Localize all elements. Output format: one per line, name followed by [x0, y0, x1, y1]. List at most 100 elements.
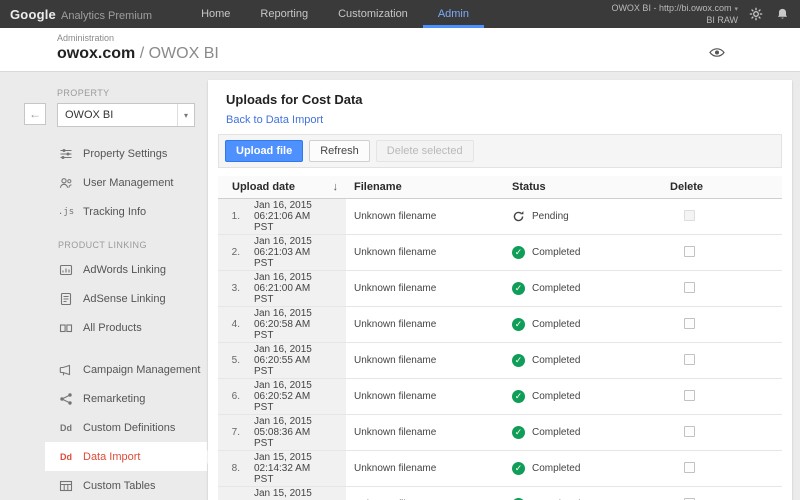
sidebar-item-label: All Products — [83, 321, 142, 334]
filename-cell: Unknown filename — [346, 306, 505, 343]
sidebar-item-data-import[interactable]: Dd Data Import — [45, 442, 214, 471]
bell-icon[interactable] — [774, 6, 790, 22]
sidebar-item-remarketing[interactable]: Remarketing — [45, 384, 207, 413]
filename: Unknown filename — [354, 391, 437, 402]
status-cell: ✓ Completed — [504, 378, 659, 415]
delete-checkbox[interactable] — [684, 281, 696, 293]
upload-date-cell: Jan 16, 2015 06:21:03 AM PST — [246, 234, 347, 271]
completed-check-icon: ✓ — [512, 282, 526, 295]
sidebar-item-label: Property Settings — [83, 147, 168, 160]
definitions-icon: Dd — [60, 422, 72, 433]
status-cell: ✓ Pending — [504, 198, 659, 235]
upload-timezone: PST — [254, 366, 274, 377]
uploads-table: ↓ Upload date Filename Status Delete 1. … — [218, 176, 783, 500]
status-label: Completed — [532, 319, 581, 330]
delete-checkbox[interactable] — [684, 461, 696, 473]
sidebar-item-user-management[interactable]: User Management — [45, 168, 207, 197]
upload-date: Jan 16, 2015 06:21:00 AM — [254, 272, 312, 294]
users-icon — [58, 176, 74, 190]
filename-cell: Unknown filename — [346, 378, 505, 415]
delete-cell — [658, 378, 783, 415]
sidebar-item-adwords-linking[interactable]: AdWords Linking — [45, 255, 207, 284]
upload-timezone: PST — [254, 402, 274, 413]
completed-check-icon: ✓ — [512, 318, 526, 331]
sort-descending-icon: ↓ — [332, 181, 339, 193]
delete-checkbox[interactable] — [684, 389, 696, 401]
row-index: 1. — [218, 198, 246, 235]
gear-icon[interactable] — [748, 6, 764, 22]
nav-admin[interactable]: Admin — [423, 0, 484, 28]
sidebar-item-adsense-linking[interactable]: AdSense Linking — [45, 284, 207, 313]
status-label: Completed — [532, 463, 581, 474]
delete-cell — [658, 450, 783, 487]
column-delete: Delete — [658, 176, 783, 199]
delete-cell — [658, 342, 783, 379]
filename: Unknown filename — [354, 355, 437, 366]
account-selector[interactable]: OWOX BI - http://bi.owox.com ▾ BI RAW — [611, 3, 738, 26]
completed-check-icon: ✓ — [512, 354, 526, 367]
row-index: 7. — [218, 414, 246, 451]
delete-checkbox[interactable] — [684, 245, 696, 257]
sidebar-item-tracking-info[interactable]: .js Tracking Info — [45, 197, 207, 226]
filename: Unknown filename — [354, 427, 437, 438]
nav-customization[interactable]: Customization — [323, 0, 423, 28]
status-cell: ✓ Completed — [504, 450, 659, 487]
sliders-icon — [58, 147, 74, 161]
table-row: 3. Jan 16, 2015 06:21:00 AM PST Unknown … — [218, 270, 783, 307]
delete-checkbox[interactable] — [684, 353, 696, 365]
admin-header: Administration owox.com / OWOX BI — [0, 28, 800, 72]
sidebar-item-custom-tables[interactable]: Custom Tables — [45, 471, 207, 500]
filename: Unknown filename — [354, 283, 437, 294]
column-filename[interactable]: Filename — [346, 176, 505, 199]
sidebar-item-property-settings[interactable]: Property Settings — [45, 139, 207, 168]
account-name: OWOX BI - http://bi.owox.com — [611, 2, 732, 13]
sidebar-item-label: AdWords Linking — [83, 263, 166, 276]
nav-reporting[interactable]: Reporting — [245, 0, 323, 28]
upload-date: Jan 16, 2015 06:20:52 AM — [254, 380, 312, 402]
completed-check-icon: ✓ — [512, 426, 526, 439]
brand-logo: Google Analytics Premium — [10, 7, 152, 22]
upload-date: Jan 16, 2015 06:21:03 AM — [254, 236, 312, 258]
completed-check-icon: ✓ — [512, 246, 526, 259]
table-row: 9. Jan 15, 2015 07:33:31 AM PST Unknown … — [218, 486, 783, 500]
delete-cell — [658, 486, 783, 500]
products-icon — [58, 321, 74, 335]
back-to-data-import-link[interactable]: Back to Data Import — [226, 114, 323, 126]
uploads-table-body: 1. Jan 16, 2015 06:21:06 AM PST Unknown … — [218, 198, 783, 500]
status-cell: ✓ Completed — [504, 486, 659, 500]
upload-date: Jan 15, 2015 02:14:32 AM — [254, 452, 312, 474]
collapse-sidebar-button[interactable]: ← — [24, 103, 46, 125]
status-cell: ✓ Completed — [504, 342, 659, 379]
property-selector[interactable]: OWOX BI ▾ — [57, 103, 195, 127]
admin-sidebar: PROPERTY OWOX BI ▾ Property Settings Use… — [45, 80, 214, 500]
back-arrow-icon: ← — [29, 107, 41, 121]
upload-timezone: PST — [254, 258, 274, 269]
nav-home[interactable]: Home — [186, 0, 245, 28]
upload-date: Jan 16, 2015 06:20:58 AM — [254, 308, 312, 330]
sidebar-item-custom-definitions[interactable]: Dd Custom Definitions — [45, 413, 207, 442]
sidebar-item-all-products[interactable]: All Products — [45, 313, 207, 342]
uploads-panel: Uploads for Cost Data Back to Data Impor… — [208, 80, 792, 500]
column-upload-date[interactable]: ↓ Upload date — [218, 176, 347, 199]
pending-icon — [512, 210, 525, 223]
sidebar-item-label: Tracking Info — [83, 205, 147, 218]
column-status[interactable]: Status — [504, 176, 659, 199]
sidebar-item-campaign-management[interactable]: Campaign Management — [45, 355, 207, 384]
filename-cell: Unknown filename — [346, 342, 505, 379]
sidebar-item-label: Data Import — [83, 450, 141, 463]
status-label: Completed — [532, 283, 581, 294]
delete-checkbox[interactable] — [684, 425, 696, 437]
adsense-icon — [58, 292, 74, 306]
upload-timezone: PST — [254, 222, 274, 233]
sidebar-item-label: Remarketing — [83, 392, 146, 405]
filename-cell: Unknown filename — [346, 486, 505, 500]
upload-file-button[interactable]: Upload file — [225, 140, 304, 162]
brand-name: Google — [10, 6, 56, 22]
delete-checkbox[interactable] — [684, 209, 696, 221]
delete-checkbox[interactable] — [684, 317, 696, 329]
refresh-button[interactable]: Refresh — [309, 140, 370, 162]
upload-timezone: PST — [254, 294, 274, 305]
sidebar-item-label: Custom Tables — [83, 479, 156, 492]
completed-check-icon: ✓ — [512, 390, 526, 403]
visibility-eye-icon[interactable] — [708, 46, 726, 59]
